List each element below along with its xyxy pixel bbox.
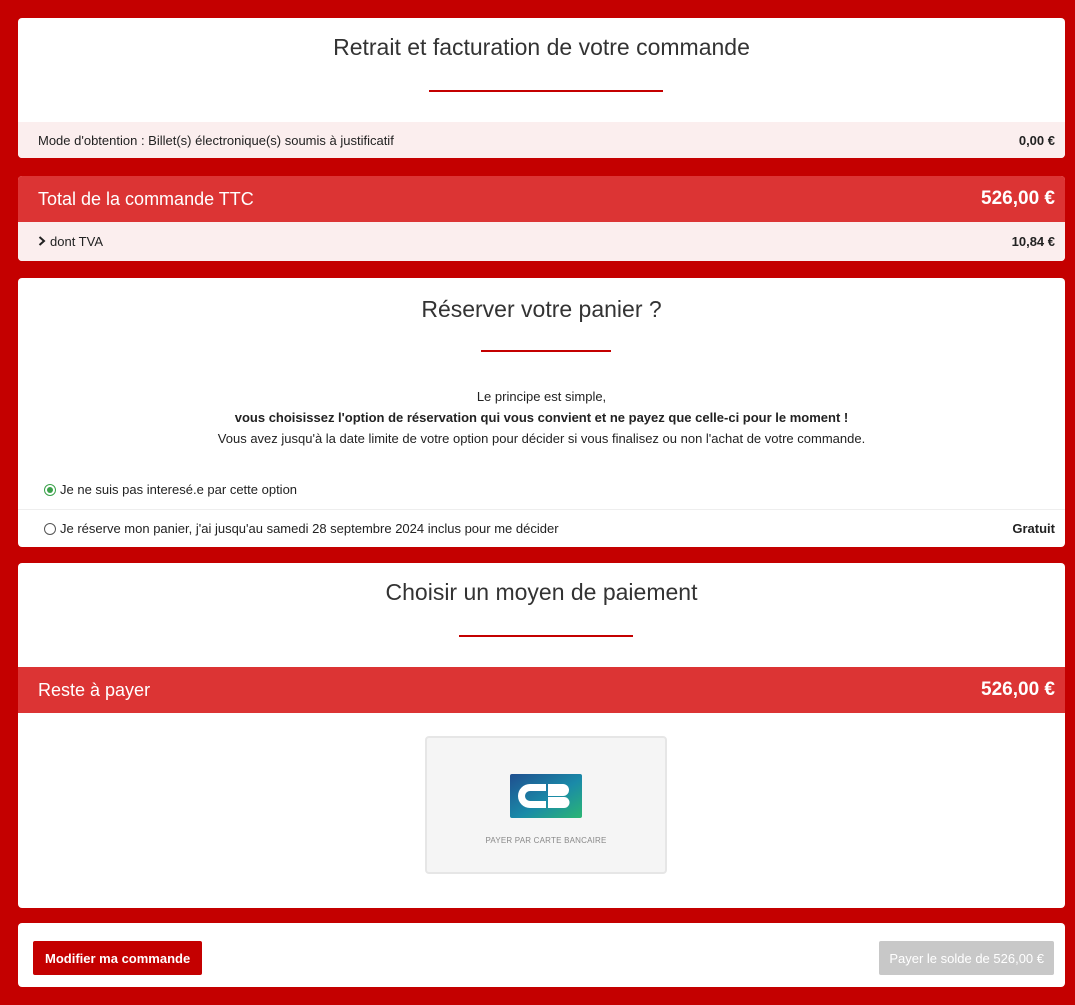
modify-order-button[interactable]: Modifier ma commande <box>33 941 203 975</box>
retrait-divider <box>429 90 663 92</box>
mode-obtention-label: Mode d'obtention : Billet(s) électroniqu… <box>38 132 394 148</box>
reste-label: Reste à payer <box>38 679 151 700</box>
reserve-line-2: vous choisissez l'option de réservation … <box>234 410 849 425</box>
option-separator <box>18 509 1065 510</box>
tva-toggle[interactable]: dont TVA <box>38 234 103 249</box>
reserve-line-3: Vous avez jusqu'à la date limite de votr… <box>217 431 866 446</box>
total-card: Total de la commande TTC 526,00 € dont T… <box>18 176 1065 261</box>
option-not-interested[interactable]: Je ne suis pas interesé.e par cette opti… <box>44 482 297 497</box>
option-reserve-row[interactable]: Je réserve mon panier, j'ai jusqu'au sam… <box>18 511 1065 545</box>
reserve-explanation: Le principe est simple, vous choisissez … <box>18 386 1065 449</box>
pay-balance-button[interactable]: Payer le solde de 526,00 € <box>879 941 1054 975</box>
cb-card-icon <box>510 774 582 823</box>
reserve-title: Réserver votre panier ? <box>421 296 662 322</box>
option-reserve-price: Gratuit <box>1012 520 1055 536</box>
chevron-right-icon <box>38 234 46 249</box>
reste-amount: 526,00 € <box>981 679 1055 700</box>
total-label: Total de la commande TTC <box>38 188 254 209</box>
pay-by-card-button[interactable]: PAYER PAR CARTE BANCAIRE <box>425 736 667 874</box>
reste-bar: Reste à payer 526,00 € <box>18 667 1065 713</box>
retrait-card: Retrait et facturation de votre commande… <box>18 18 1065 158</box>
mode-obtention-row: Mode d'obtention : Billet(s) électroniqu… <box>18 122 1065 158</box>
option-not-interested-label: Je ne suis pas interesé.e par cette opti… <box>60 482 298 497</box>
payment-card: Choisir un moyen de paiement Reste à pay… <box>18 563 1065 908</box>
retrait-title: Retrait et facturation de votre commande <box>333 34 750 60</box>
tva-amount: 10,84 € <box>1011 234 1055 249</box>
option-reserve-label: Je réserve mon panier, j'ai jusqu'au sam… <box>60 520 559 536</box>
tva-label: dont TVA <box>50 234 103 249</box>
pay-by-card-label: PAYER PAR CARTE BANCAIRE <box>485 836 607 845</box>
payment-title: Choisir un moyen de paiement <box>385 579 698 605</box>
total-bar: Total de la commande TTC 526,00 € <box>18 176 1065 222</box>
reserve-divider <box>481 350 611 352</box>
radio-unchecked-icon[interactable] <box>44 522 56 535</box>
reserve-card: Réserver votre panier ? Le principe est … <box>18 278 1065 547</box>
radio-checked-icon[interactable] <box>44 484 56 496</box>
tva-row[interactable]: dont TVA 10,84 € <box>18 222 1065 261</box>
reserve-line-1: Le principe est simple, <box>476 389 607 404</box>
payment-divider <box>459 635 633 637</box>
total-amount: 526,00 € <box>981 188 1055 209</box>
mode-obtention-price: 0,00 € <box>1018 132 1055 148</box>
option-reserve[interactable]: Je réserve mon panier, j'ai jusqu'au sam… <box>44 521 559 536</box>
footer-card: Modifier ma commande Payer le solde de 5… <box>18 923 1065 987</box>
